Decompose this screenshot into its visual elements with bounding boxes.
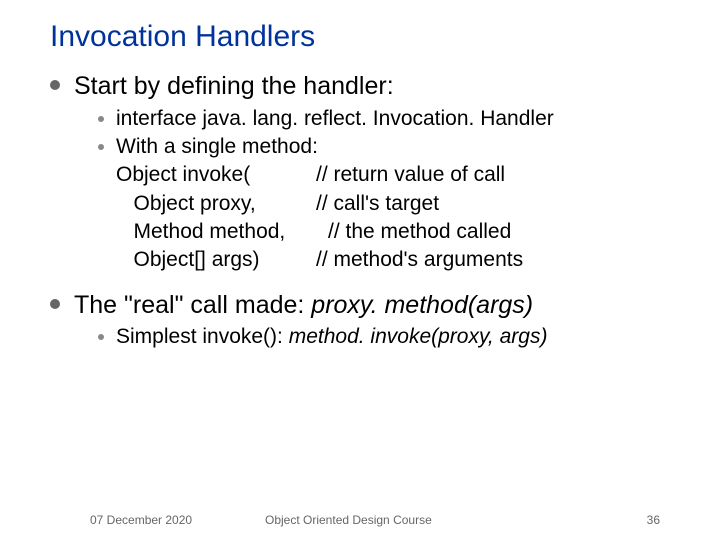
code-text: Object proxy, [116, 190, 316, 218]
code-line: Object invoke( // return value of call [116, 161, 680, 189]
bullet-marker-icon [50, 80, 60, 90]
code-text: Method method, [116, 218, 328, 246]
footer-date: 07 December 2020 [90, 513, 192, 527]
footer-page-number: 36 [647, 513, 660, 527]
bullet-real-call: The "real" call made: proxy. method(args… [50, 289, 680, 322]
sub-bullet-text: interface java. lang. reflect. Invocatio… [116, 105, 554, 133]
code-comment: // return value of call [316, 161, 505, 189]
bullet-marker-icon [98, 116, 104, 122]
code-comment: // method's arguments [316, 246, 523, 274]
text-prefix: The "real" call made: [74, 291, 311, 319]
sub-bullet-text: Simplest invoke(): method. invoke(proxy,… [116, 323, 547, 351]
code-signature: Object invoke( // return value of call O… [116, 161, 680, 274]
code-line: Object proxy, // call's target [116, 190, 680, 218]
text-italic: method. invoke(proxy, args) [289, 325, 548, 348]
code-text: Object[] args) [116, 246, 316, 274]
sub-bullet-simplest: Simplest invoke(): method. invoke(proxy,… [98, 323, 680, 351]
sub-bullet-text: With a single method: [116, 133, 318, 161]
bullet-start: Start by defining the handler: [50, 70, 680, 103]
bullet-marker-icon [50, 299, 60, 309]
slide-title: Invocation Handlers [50, 20, 680, 54]
text-prefix: Simplest invoke(): [116, 325, 289, 348]
bullet-marker-icon [98, 144, 104, 150]
sub-bullet-interface: interface java. lang. reflect. Invocatio… [98, 105, 680, 133]
bullet-text: The "real" call made: proxy. method(args… [74, 289, 533, 322]
footer-course: Object Oriented Design Course [265, 513, 432, 527]
code-line: Object[] args) // method's arguments [116, 246, 680, 274]
bullet-text: Start by defining the handler: [74, 70, 394, 103]
text-italic: proxy. method(args) [311, 291, 533, 319]
code-line: Method method, // the method called [116, 218, 680, 246]
code-text: Object invoke( [116, 161, 316, 189]
code-comment: // the method called [328, 218, 511, 246]
bullet-marker-icon [98, 334, 104, 340]
sub-bullet-single-method: With a single method: [98, 133, 680, 161]
code-comment: // call's target [316, 190, 439, 218]
slide-body: Invocation Handlers Start by defining th… [0, 0, 720, 351]
